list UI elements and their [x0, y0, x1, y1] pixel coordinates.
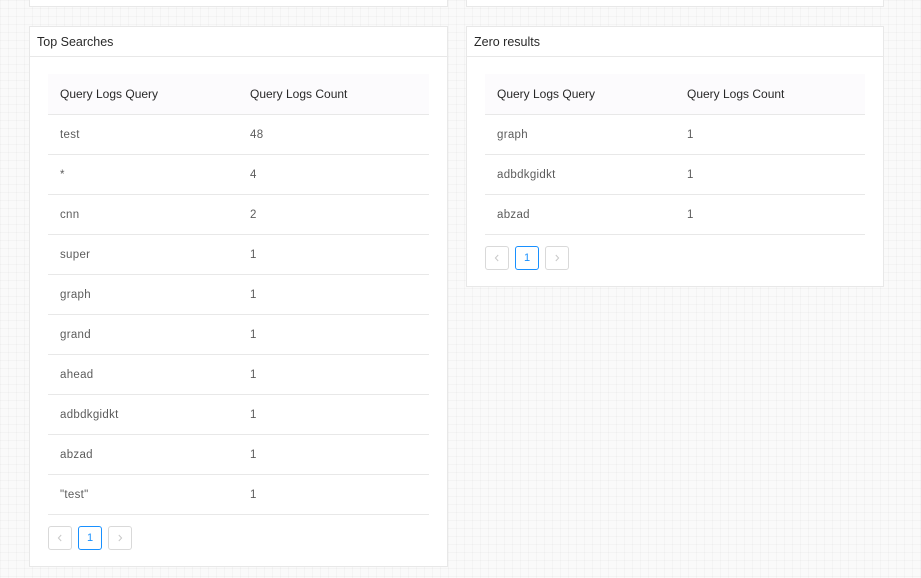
table-row: grand 1 — [48, 314, 429, 355]
query-cell: abzad — [48, 434, 238, 475]
page-1-button[interactable]: 1 — [78, 526, 102, 550]
query-cell: test — [48, 114, 238, 155]
column-header-count[interactable]: Query Logs Count — [675, 74, 865, 115]
table-row: super 1 — [48, 234, 429, 275]
table-row: graph 1 — [48, 274, 429, 315]
top-searches-title: Top Searches — [30, 27, 447, 57]
count-cell: 1 — [238, 314, 429, 355]
query-cell: grand — [48, 314, 238, 355]
next-page-button[interactable] — [545, 246, 569, 270]
table-row: adbdkgidkt 1 — [48, 394, 429, 435]
table-row: abzad 1 — [485, 194, 865, 235]
count-cell: 1 — [238, 234, 429, 275]
count-cell: 1 — [675, 154, 865, 195]
query-cell: cnn — [48, 194, 238, 235]
query-cell: super — [48, 234, 238, 275]
chevron-right-icon — [118, 534, 123, 542]
table-header-row: Query Logs Query Query Logs Count — [48, 74, 429, 115]
table-row: cnn 2 — [48, 194, 429, 235]
table-row: graph 1 — [485, 114, 865, 155]
table-row: adbdkgidkt 1 — [485, 154, 865, 195]
query-cell: ahead — [48, 354, 238, 395]
query-cell: adbdkgidkt — [485, 154, 675, 195]
page-1-button[interactable]: 1 — [515, 246, 539, 270]
query-cell: * — [48, 154, 238, 195]
count-cell: 1 — [238, 434, 429, 475]
count-cell: 1 — [675, 114, 865, 155]
count-cell: 1 — [238, 274, 429, 315]
column-header-query[interactable]: Query Logs Query — [485, 74, 675, 115]
column-header-count[interactable]: Query Logs Count — [238, 74, 429, 115]
query-cell: abzad — [485, 194, 675, 235]
top-searches-table: Query Logs Query Query Logs Count test 48… — [48, 74, 429, 515]
previous-card-left — [29, 0, 448, 7]
prev-page-button[interactable] — [48, 526, 72, 550]
column-header-query[interactable]: Query Logs Query — [48, 74, 238, 115]
zero-results-title: Zero results — [467, 27, 883, 57]
count-cell: 4 — [238, 154, 429, 195]
query-cell: graph — [485, 114, 675, 155]
count-cell: 1 — [238, 474, 429, 515]
count-cell: 1 — [238, 394, 429, 435]
top-searches-pagination: 1 — [48, 515, 429, 550]
table-row: "test" 1 — [48, 474, 429, 515]
chevron-right-icon — [555, 254, 560, 262]
count-cell: 1 — [675, 194, 865, 235]
table-row: test 48 — [48, 114, 429, 155]
zero-results-table: Query Logs Query Query Logs Count graph 1… — [485, 74, 865, 235]
prev-page-button[interactable] — [485, 246, 509, 270]
next-page-button[interactable] — [108, 526, 132, 550]
table-header-row: Query Logs Query Query Logs Count — [485, 74, 865, 115]
chevron-left-icon — [57, 534, 62, 542]
query-cell: "test" — [48, 474, 238, 515]
count-cell: 48 — [238, 114, 429, 155]
count-cell: 2 — [238, 194, 429, 235]
zero-results-card: Zero results Query Logs Query Query Logs… — [466, 26, 884, 287]
count-cell: 1 — [238, 354, 429, 395]
query-cell: adbdkgidkt — [48, 394, 238, 435]
top-searches-card: Top Searches Query Logs Query Query Logs… — [29, 26, 448, 567]
table-row: abzad 1 — [48, 434, 429, 475]
chevron-left-icon — [494, 254, 499, 262]
table-row: ahead 1 — [48, 354, 429, 395]
query-cell: graph — [48, 274, 238, 315]
previous-card-right — [466, 0, 884, 7]
zero-results-pagination: 1 — [485, 235, 865, 270]
table-row: * 4 — [48, 154, 429, 195]
